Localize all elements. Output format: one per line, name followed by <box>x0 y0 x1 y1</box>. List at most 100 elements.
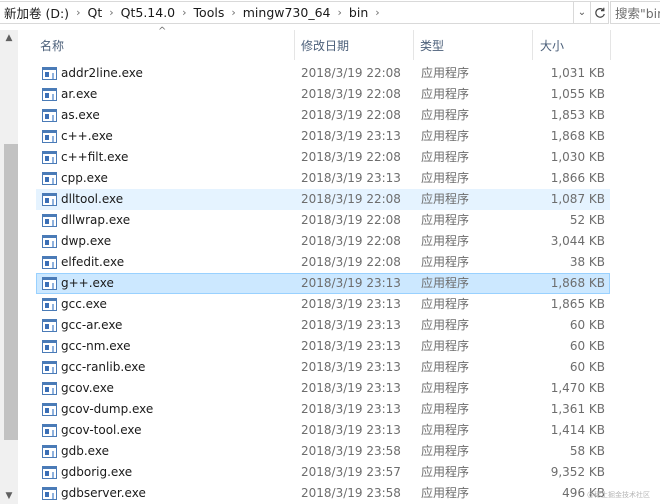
chevron-right-icon[interactable]: › <box>182 6 186 19</box>
file-name: gcov-tool.exe <box>61 423 142 437</box>
exe-file-icon <box>42 172 57 185</box>
exe-file-icon <box>42 151 57 164</box>
column-header-name[interactable]: 名称 <box>40 30 294 60</box>
file-date: 2018/3/19 23:57 <box>301 465 401 479</box>
file-row[interactable]: gdborig.exe 2018/3/19 23:57 应用程序 9,352 KB <box>36 462 610 483</box>
column-header-type[interactable]: 类型 <box>420 30 532 60</box>
file-row[interactable]: gcc-ranlib.exe 2018/3/19 23:13 应用程序 60 KB <box>36 357 610 378</box>
refresh-button[interactable] <box>591 1 609 24</box>
file-size: 1,868 KB <box>550 276 605 290</box>
file-type: 应用程序 <box>421 402 470 416</box>
file-date: 2018/3/19 23:13 <box>301 297 401 311</box>
file-date: 2018/3/19 23:13 <box>301 423 401 437</box>
file-date: 2018/3/19 22:08 <box>301 192 401 206</box>
file-size: 1,866 KB <box>550 171 605 185</box>
chevron-down-icon: ⌄ <box>577 7 587 18</box>
file-name: gdbserver.exe <box>61 486 146 500</box>
file-row[interactable]: gcov.exe 2018/3/19 23:13 应用程序 1,470 KB <box>36 378 610 399</box>
scroll-up-icon[interactable]: ▲ <box>0 30 18 46</box>
file-row[interactable]: gdbserver.exe 2018/3/19 23:58 应用程序 496 KB <box>36 483 610 504</box>
file-name: gcc.exe <box>61 297 107 311</box>
file-name: gcc-ar.exe <box>61 318 123 332</box>
nav-pane-scrollbar[interactable]: ▲ ▼ <box>0 30 18 504</box>
file-row[interactable]: c++filt.exe 2018/3/19 22:08 应用程序 1,030 KB <box>36 147 610 168</box>
breadcrumb-item[interactable]: bin <box>349 5 368 20</box>
file-name: elfedit.exe <box>61 255 125 269</box>
exe-file-icon <box>42 319 57 332</box>
file-row[interactable]: gcov-tool.exe 2018/3/19 23:13 应用程序 1,414 KB <box>36 420 610 441</box>
file-type: 应用程序 <box>421 234 470 248</box>
file-row[interactable]: cpp.exe 2018/3/19 23:13 应用程序 1,866 KB <box>36 168 610 189</box>
scroll-down-icon[interactable]: ▼ <box>0 488 18 504</box>
file-type: 应用程序 <box>421 171 470 185</box>
file-row[interactable]: dlltool.exe 2018/3/19 22:08 应用程序 1,087 KB <box>36 189 610 210</box>
file-date: 2018/3/19 23:13 <box>301 360 401 374</box>
file-name: gcov.exe <box>61 381 114 395</box>
breadcrumb-item[interactable]: Tools <box>194 5 225 20</box>
chevron-right-icon[interactable]: › <box>109 6 113 19</box>
column-divider[interactable] <box>610 30 611 60</box>
address-history-dropdown[interactable]: ⌄ <box>574 1 591 24</box>
column-divider[interactable] <box>532 30 533 60</box>
exe-file-icon <box>42 130 57 143</box>
file-type: 应用程序 <box>421 318 470 332</box>
exe-file-icon <box>42 109 57 122</box>
file-row[interactable]: as.exe 2018/3/19 22:08 应用程序 1,853 KB <box>36 105 610 126</box>
file-row[interactable]: addr2line.exe 2018/3/19 22:08 应用程序 1,031 KB <box>36 63 610 84</box>
file-row[interactable]: gcc-ar.exe 2018/3/19 23:13 应用程序 60 KB <box>36 315 610 336</box>
breadcrumb-item[interactable]: 新加卷 (D:) <box>4 3 69 22</box>
column-header-name-label: 名称 <box>40 38 65 53</box>
file-row[interactable]: gcov-dump.exe 2018/3/19 23:13 应用程序 1,361 KB <box>36 399 610 420</box>
file-date: 2018/3/19 22:08 <box>301 255 401 269</box>
exe-file-icon <box>42 382 57 395</box>
chevron-right-icon[interactable]: › <box>375 6 379 19</box>
file-date: 2018/3/19 23:58 <box>301 486 401 500</box>
file-size: 52 KB <box>569 213 605 227</box>
breadcrumb-item[interactable]: mingw730_64 <box>243 5 331 20</box>
file-date: 2018/3/19 23:13 <box>301 318 401 332</box>
file-row[interactable]: elfedit.exe 2018/3/19 22:08 应用程序 38 KB <box>36 252 610 273</box>
file-size: 58 KB <box>569 444 605 458</box>
file-row[interactable]: gdb.exe 2018/3/19 23:58 应用程序 58 KB <box>36 441 610 462</box>
file-date: 2018/3/19 22:08 <box>301 213 401 227</box>
file-row[interactable]: gcc-nm.exe 2018/3/19 23:13 应用程序 60 KB <box>36 336 610 357</box>
address-bar-row: 新加卷 (D:) › Qt › Qt5.14.0 › Tools › mingw730_64 › b… <box>0 0 660 25</box>
column-header-size[interactable]: 大小 <box>540 30 610 60</box>
file-row[interactable]: c++.exe 2018/3/19 23:13 应用程序 1,868 KB <box>36 126 610 147</box>
column-divider[interactable] <box>413 30 414 60</box>
file-size: 1,031 KB <box>550 66 605 80</box>
file-name: ar.exe <box>61 87 98 101</box>
column-divider[interactable] <box>294 30 295 60</box>
breadcrumb-item[interactable]: Qt <box>87 5 102 20</box>
column-header-date[interactable]: 修改日期 <box>301 30 413 60</box>
file-type: 应用程序 <box>421 465 470 479</box>
file-row[interactable]: g++.exe 2018/3/19 23:13 应用程序 1,868 KB <box>36 273 610 294</box>
file-row[interactable]: ar.exe 2018/3/19 22:08 应用程序 1,055 KB <box>36 84 610 105</box>
search-input[interactable]: 搜索"bin" <box>610 1 660 24</box>
watermark: @稀土掘金技术社区 <box>587 491 650 499</box>
chevron-right-icon[interactable]: › <box>76 6 80 19</box>
file-name: g++.exe <box>61 276 114 290</box>
breadcrumb-item[interactable]: Qt5.14.0 <box>121 5 176 20</box>
file-size: 60 KB <box>569 339 605 353</box>
file-type: 应用程序 <box>421 381 470 395</box>
file-type: 应用程序 <box>421 297 470 311</box>
chevron-right-icon[interactable]: › <box>231 6 235 19</box>
exe-file-icon <box>42 445 57 458</box>
file-row[interactable]: gcc.exe 2018/3/19 23:13 应用程序 1,865 KB <box>36 294 610 315</box>
file-type: 应用程序 <box>421 192 470 206</box>
chevron-right-icon[interactable]: › <box>338 6 342 19</box>
file-size: 3,044 KB <box>550 234 605 248</box>
file-row[interactable]: dwp.exe 2018/3/19 22:08 应用程序 3,044 KB <box>36 231 610 252</box>
file-row[interactable]: dllwrap.exe 2018/3/19 22:08 应用程序 52 KB <box>36 210 610 231</box>
file-name: gcov-dump.exe <box>61 402 154 416</box>
file-date: 2018/3/19 23:13 <box>301 129 401 143</box>
file-name: gcc-ranlib.exe <box>61 360 146 374</box>
file-type: 应用程序 <box>421 66 470 80</box>
file-type: 应用程序 <box>421 339 470 353</box>
column-header-date-label: 修改日期 <box>301 38 350 53</box>
file-date: 2018/3/19 22:08 <box>301 234 401 248</box>
address-bar[interactable]: 新加卷 (D:) › Qt › Qt5.14.0 › Tools › mingw730_64 › b… <box>0 1 574 24</box>
scrollbar-thumb[interactable] <box>4 144 18 440</box>
exe-file-icon <box>42 235 57 248</box>
